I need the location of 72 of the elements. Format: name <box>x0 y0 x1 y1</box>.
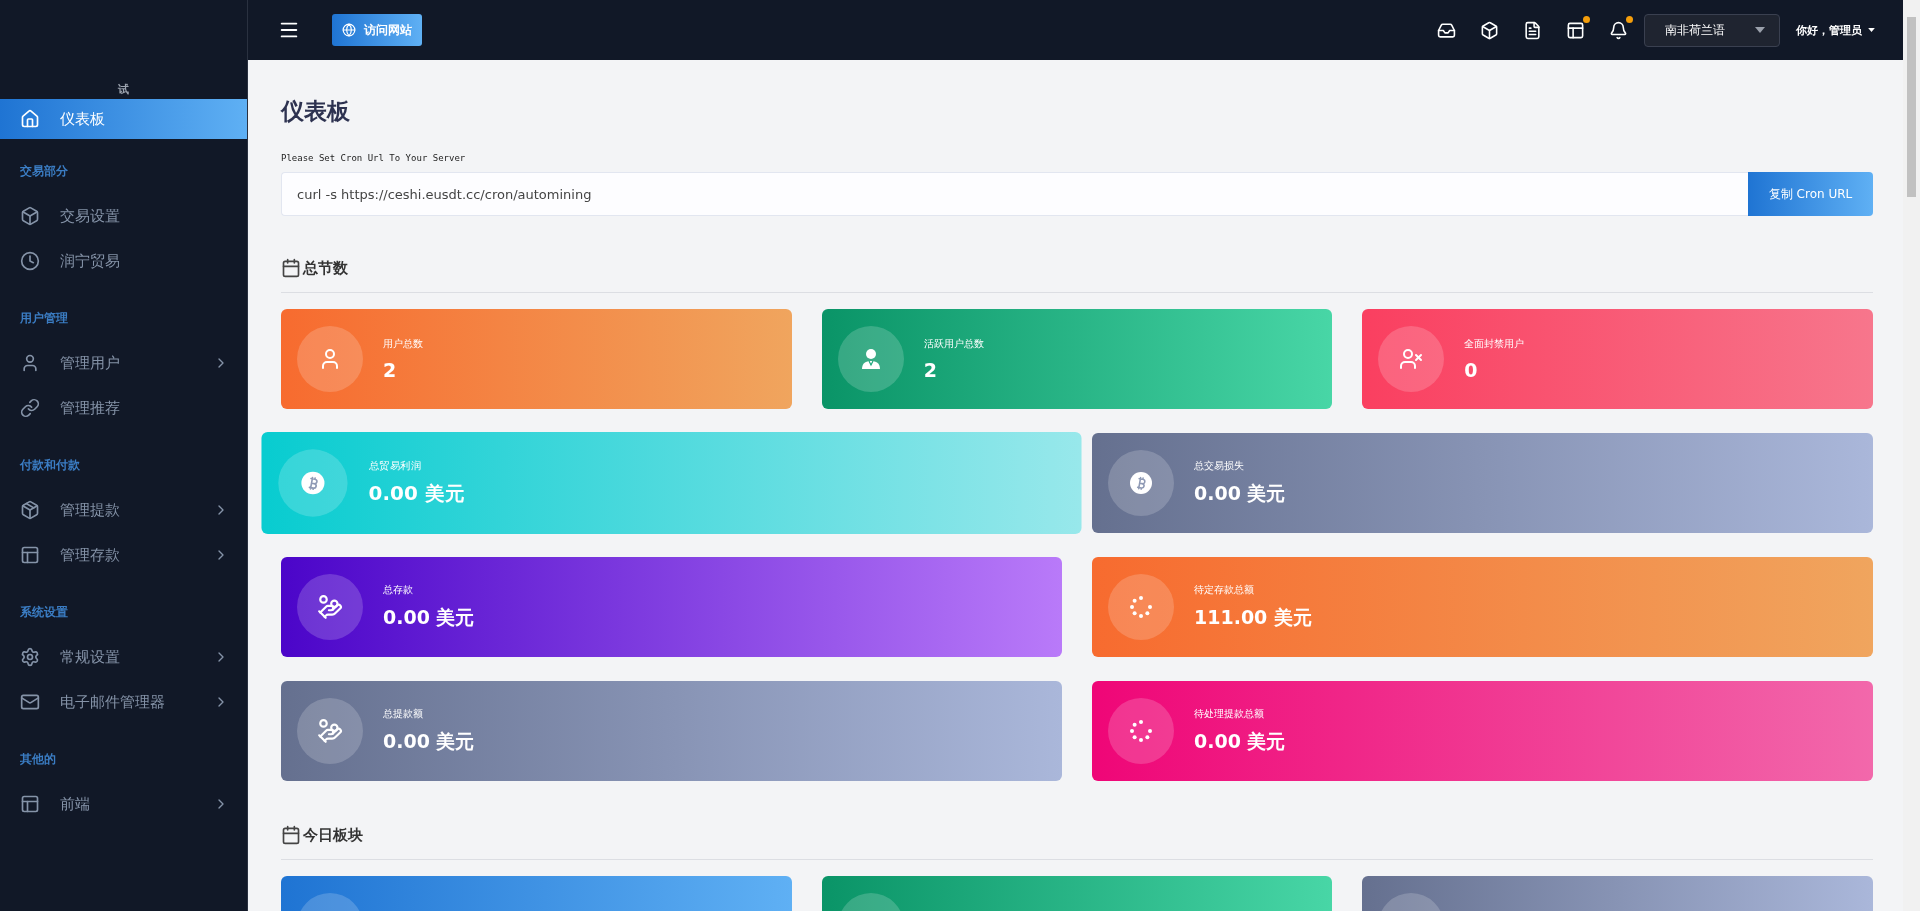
nav-item[interactable]: 管理提款 <box>0 490 247 530</box>
bitcoin-icon <box>1130 472 1152 494</box>
brand-text: 试 <box>118 82 129 97</box>
toolbar-glyph-icon <box>1566 20 1585 40</box>
stat-label: 用户总数 <box>383 337 423 351</box>
stat-value: 0.00 美元 <box>1194 729 1286 754</box>
nav-section-title: 用户管理 <box>19 310 69 327</box>
stat-value: 0.00 美元 <box>383 605 475 630</box>
calendar-icon <box>281 258 301 278</box>
caret-icon <box>1755 27 1765 33</box>
nav-section-title: 交易部分 <box>19 163 69 180</box>
scrollbar[interactable] <box>1903 0 1920 911</box>
stat-value: 0 <box>1464 359 1479 381</box>
stat-value: 2 <box>383 359 398 381</box>
nav-icon <box>20 398 40 418</box>
visit-site-button[interactable]: 访问网站 <box>332 14 422 46</box>
stat-label: 总存款 <box>383 583 414 597</box>
loading-icon <box>1129 595 1153 619</box>
cron-label: Please Set Cron Url To Your Server <box>281 153 467 163</box>
hand-coin-icon <box>317 594 343 620</box>
nav-item[interactable]: 管理推荐 <box>0 388 247 428</box>
nav-icon <box>20 500 40 520</box>
nav-icon <box>20 647 40 667</box>
nav-item[interactable]: 常规设置 <box>0 637 247 677</box>
nav-section-title: 系统设置 <box>19 604 69 621</box>
nav-item[interactable]: 润宁贸易 <box>0 241 247 281</box>
toolbar-glyph-icon <box>1437 20 1456 40</box>
nav-icon <box>20 109 40 129</box>
nav-icon <box>20 251 40 271</box>
stat-value: 2 <box>923 359 938 381</box>
stat-label: 总提款额 <box>383 707 424 721</box>
nav-icon <box>20 794 40 814</box>
toolbar-glyph-icon <box>1480 20 1499 40</box>
stat-value: 0.00 美元 <box>368 481 465 507</box>
nav-item[interactable]: 仪表板 <box>0 99 247 139</box>
language-select[interactable]: 南非荷兰语 <box>1644 13 1780 47</box>
stat-label: 活跃用户总数 <box>923 337 984 351</box>
section-title: 总节数 <box>303 258 348 278</box>
nav-icon <box>20 545 40 565</box>
page-title: 仪表板 <box>281 97 351 126</box>
stat-label: 总贸易利润 <box>368 458 423 473</box>
nav-section-title: 付款和付款 <box>18 457 81 474</box>
bitcoin-icon <box>301 471 325 495</box>
nav-icon <box>20 692 40 712</box>
nav-item[interactable]: 前端 <box>0 784 247 824</box>
nav-icon <box>20 206 40 226</box>
stat-label: 总交易损失 <box>1194 459 1245 473</box>
calendar-icon <box>281 825 301 845</box>
toolbar-glyph-icon <box>1523 20 1542 40</box>
nav-section-title: 其他的 <box>19 751 57 768</box>
nav-item[interactable]: 管理存款 <box>0 535 247 575</box>
hand-coin-icon <box>317 718 343 744</box>
user-icon <box>859 348 882 370</box>
user-menu[interactable]: 你好，管理员 <box>1796 22 1875 38</box>
nav-item[interactable]: 管理用户 <box>0 343 247 383</box>
toolbar-glyph-icon <box>1609 20 1628 40</box>
stat-label: 待处理提款总额 <box>1194 707 1265 721</box>
user-remove-icon <box>1399 347 1424 371</box>
nav-item[interactable]: 交易设置 <box>0 196 247 236</box>
cron-url-field[interactable]: curl -s https://ceshi.eusdt.cc/cron/automining <box>281 172 1748 216</box>
stat-label: 全面封禁用户 <box>1464 337 1525 351</box>
nav-icon <box>20 353 40 373</box>
stat-value: 0.00 美元 <box>383 729 475 754</box>
copy-cron-button[interactable]: 复制 Cron URL <box>1748 172 1873 216</box>
section-title: 今日板块 <box>303 825 363 845</box>
loading-icon <box>1129 719 1153 743</box>
nav-item[interactable]: 电子邮件管理器 <box>0 682 247 722</box>
stat-label: 待定存款总额 <box>1194 583 1255 597</box>
caret-icon <box>1868 28 1875 32</box>
globe-icon <box>342 23 356 37</box>
stat-value: 0.00 美元 <box>1194 481 1286 506</box>
stat-value: 111.00 美元 <box>1194 605 1312 630</box>
